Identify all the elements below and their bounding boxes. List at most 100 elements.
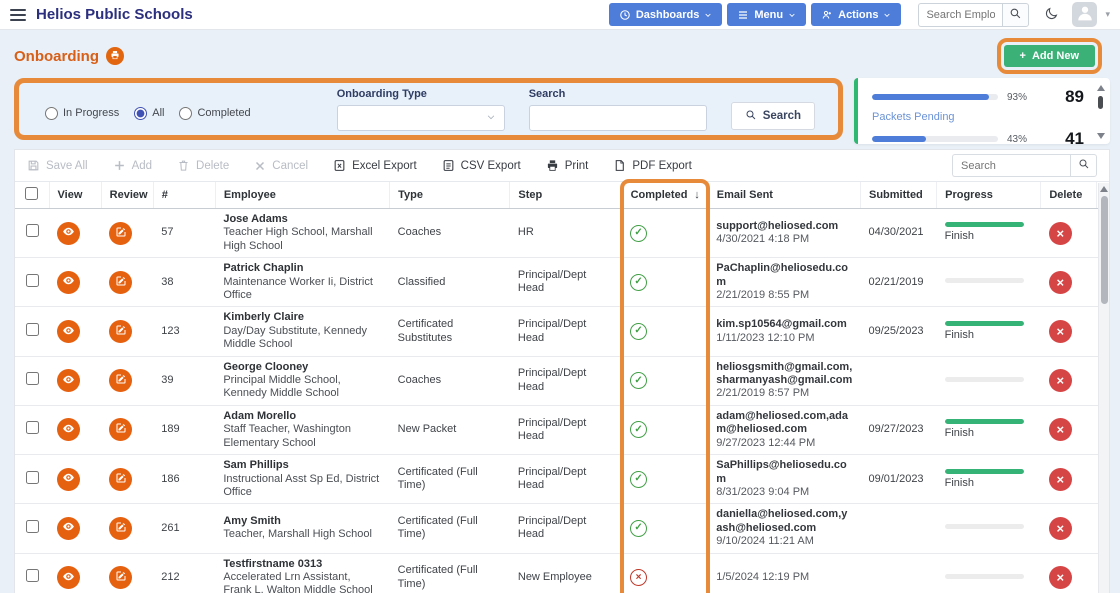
row-checkbox[interactable] [25, 273, 39, 287]
type-cell: Certificated (Full Time) [389, 503, 510, 554]
employee-search-button[interactable] [1002, 2, 1030, 27]
review-button[interactable] [109, 270, 133, 294]
scroll-up-icon[interactable] [1096, 85, 1105, 91]
row-checkbox[interactable] [25, 421, 39, 435]
delete-row-button[interactable]: × [1048, 270, 1072, 294]
dark-mode-toggle[interactable] [1044, 6, 1059, 24]
review-button[interactable] [109, 516, 133, 540]
progress-cell [936, 503, 1041, 554]
step-cell: Principal/Dept Head [509, 356, 623, 406]
row-checkbox[interactable] [25, 470, 39, 484]
step-cell: Principal/Dept Head [509, 454, 623, 505]
view-button[interactable] [57, 270, 81, 294]
table-row: 123 Kimberly Claire Day/Day Substitute, … [15, 306, 1109, 357]
grid-toolbar: Save All Add Delete Cancel Excel Export … [15, 150, 1109, 182]
delete-row-button[interactable]: × [1048, 516, 1072, 540]
filter-search-input[interactable] [528, 104, 707, 131]
add-new-button[interactable]: + Add New [1003, 45, 1095, 67]
column-header-type[interactable]: Type [389, 182, 511, 209]
plus-icon [113, 159, 126, 172]
radio-all[interactable]: All [134, 106, 164, 120]
filter-search-button[interactable]: Search [730, 102, 816, 130]
column-header-review[interactable]: Review [101, 182, 154, 209]
delete-button[interactable]: Delete [177, 159, 229, 172]
sort-desc-icon[interactable]: ↓ [694, 189, 700, 201]
actions-button[interactable]: Actions [811, 3, 902, 26]
menu-button[interactable]: Menu [727, 3, 807, 26]
column-header-completed[interactable]: Completed ↓ [622, 182, 709, 209]
submitted-cell [860, 356, 937, 406]
radio-completed[interactable]: Completed [179, 106, 251, 120]
grid-search-input[interactable] [952, 154, 1070, 177]
view-button[interactable] [57, 320, 81, 344]
row-checkbox[interactable] [25, 519, 39, 533]
grid-search-button[interactable] [1070, 154, 1097, 177]
csv-export-button[interactable]: CSV Export [442, 159, 521, 172]
view-button[interactable] [57, 418, 81, 442]
eye-icon [62, 471, 75, 487]
add-button[interactable]: Add [113, 159, 152, 172]
plus-icon: + [1019, 50, 1026, 62]
view-button[interactable] [57, 221, 81, 245]
onboarding-type-select[interactable] [336, 104, 505, 131]
row-checkbox[interactable] [25, 568, 39, 582]
completed-cell: ✓ [622, 503, 709, 554]
pdf-export-button[interactable]: PDF Export [613, 159, 692, 172]
review-button[interactable] [109, 369, 133, 393]
column-header-number[interactable]: # [153, 182, 216, 209]
column-header-view[interactable]: View [49, 182, 102, 209]
delete-row-button[interactable]: × [1048, 221, 1072, 245]
employee-number: 39 [153, 356, 216, 406]
radio-in-progress[interactable]: In Progress [45, 106, 119, 120]
print-badge[interactable] [106, 47, 124, 65]
employee-name: Kimberly Claire [223, 311, 305, 324]
view-button[interactable] [57, 566, 81, 590]
view-button[interactable] [57, 369, 81, 393]
column-header-email-sent[interactable]: Email Sent [708, 182, 862, 209]
table-scrollbar[interactable] [1098, 183, 1109, 593]
view-button[interactable] [57, 467, 81, 491]
save-all-button[interactable]: Save All [27, 159, 88, 172]
review-button[interactable] [109, 418, 133, 442]
employee-name: Testfirstname 0313 [223, 557, 323, 570]
review-button[interactable] [109, 566, 133, 590]
progress-cell: Finish [936, 405, 1041, 456]
review-button[interactable] [109, 467, 133, 491]
row-checkbox[interactable] [25, 224, 39, 238]
dashboards-button[interactable]: Dashboards [608, 3, 723, 26]
column-header-progress[interactable]: Progress [936, 182, 1042, 209]
stats-scrollbar[interactable] [1096, 85, 1105, 139]
review-button[interactable] [109, 320, 133, 344]
select-all-checkbox[interactable] [25, 187, 39, 200]
delete-row-button[interactable]: × [1048, 566, 1072, 590]
cancel-button[interactable]: Cancel [254, 160, 308, 172]
scroll-down-icon[interactable] [1096, 133, 1105, 139]
review-button[interactable] [109, 221, 133, 245]
hamburger-menu-icon[interactable] [10, 8, 26, 21]
column-header-delete[interactable]: Delete [1040, 182, 1098, 209]
employee-search-input[interactable] [918, 2, 1003, 27]
row-checkbox[interactable] [25, 372, 39, 386]
scroll-up-icon[interactable] [1100, 186, 1108, 192]
delete-row-button[interactable]: × [1048, 320, 1072, 344]
row-checkbox[interactable] [25, 322, 39, 336]
progress-bar [944, 320, 1024, 326]
view-button[interactable] [57, 516, 81, 540]
user-avatar[interactable] [1072, 2, 1098, 27]
excel-export-button[interactable]: Excel Export [333, 159, 417, 172]
column-header-step[interactable]: Step [509, 182, 623, 209]
completed-cell: × [622, 553, 709, 593]
column-header-employee[interactable]: Employee [215, 182, 391, 209]
email-address: heliosgsmith@gmail.com,sharmanyash@gmail… [716, 360, 853, 387]
delete-row-button[interactable]: × [1048, 369, 1072, 393]
avatar-caret-icon[interactable]: ▾ [1105, 9, 1110, 20]
column-header-submitted[interactable]: Submitted [860, 182, 938, 209]
type-cell: Classified [389, 257, 510, 308]
submitted-cell: 02/21/2019 [860, 257, 937, 308]
table-row: 38 Patrick Chaplin Maintenance Worker Ii… [15, 257, 1109, 308]
delete-row-button[interactable]: × [1048, 467, 1072, 491]
chevron-down-icon [704, 11, 712, 19]
delete-row-button[interactable]: × [1048, 418, 1072, 442]
table-header-row: View Review # Employee Type Step Complet… [15, 182, 1109, 209]
print-button[interactable]: Print [546, 159, 588, 172]
